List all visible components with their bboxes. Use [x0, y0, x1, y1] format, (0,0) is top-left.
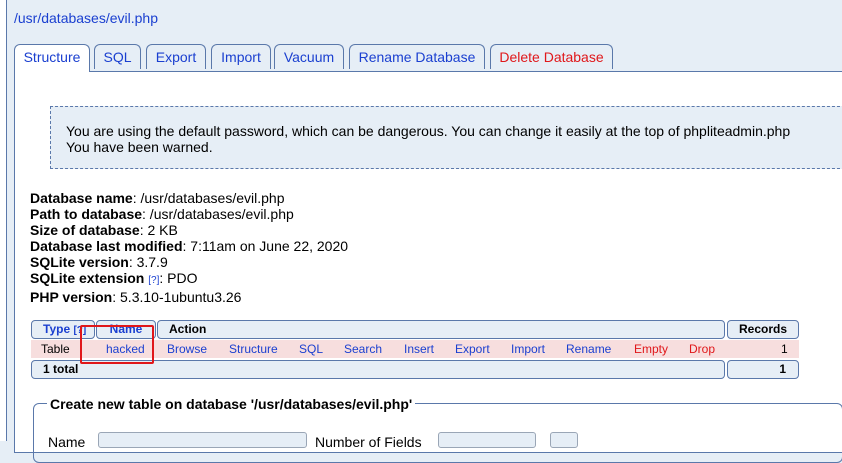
- default-password-warning: You are using the default password, whic…: [50, 106, 842, 169]
- action-drop[interactable]: Drop: [689, 342, 715, 356]
- tab-structure[interactable]: Structure: [14, 44, 90, 72]
- path-value: : /usr/databases/evil.php: [142, 206, 294, 222]
- path-label: Path to database: [30, 206, 143, 222]
- tab-import[interactable]: Import: [211, 44, 271, 69]
- size-label: Size of database: [30, 222, 140, 238]
- sqlite-extension-label: SQLite extension: [30, 270, 145, 286]
- action-import[interactable]: Import: [511, 342, 545, 356]
- database-info: Database name: /usr/databases/evil.php P…: [30, 190, 348, 305]
- header-action: Action: [157, 320, 725, 339]
- tab-delete-database[interactable]: Delete Database: [490, 44, 613, 69]
- row-type: Table: [41, 342, 70, 356]
- breadcrumb-database-path[interactable]: /usr/databases/evil.php: [14, 10, 158, 26]
- red-highlight-box: [80, 325, 154, 364]
- warning-line-1: You are using the default password, whic…: [66, 123, 791, 139]
- total-row-records: 1: [727, 360, 799, 379]
- header-records: Records: [727, 320, 799, 339]
- sqlite-version-value: : 3.7.9: [128, 254, 168, 270]
- php-version-label: PHP version: [30, 289, 113, 305]
- modified-label: Database last modified: [30, 238, 183, 254]
- action-rename[interactable]: Rename: [566, 342, 611, 356]
- sqlite-extension-value: : PDO: [159, 270, 198, 286]
- create-table-legend: Create new table on database '/usr/datab…: [47, 396, 416, 412]
- db-name-label: Database name: [30, 190, 133, 206]
- action-export[interactable]: Export: [455, 342, 490, 356]
- action-sql[interactable]: SQL: [299, 342, 323, 356]
- create-table-go-button[interactable]: [550, 432, 578, 448]
- create-table-fields-input[interactable]: [438, 432, 536, 448]
- size-value: : 2 KB: [139, 222, 178, 238]
- action-search[interactable]: Search: [344, 342, 382, 356]
- tab-export[interactable]: Export: [146, 44, 206, 69]
- row-records: 1: [781, 342, 788, 356]
- action-empty[interactable]: Empty: [634, 342, 668, 356]
- tab-rename-database[interactable]: Rename Database: [349, 44, 485, 69]
- tab-sql[interactable]: SQL: [94, 44, 141, 69]
- db-name-value: : /usr/databases/evil.php: [132, 190, 285, 206]
- action-insert[interactable]: Insert: [404, 342, 434, 356]
- sort-type-link[interactable]: Type: [43, 322, 70, 336]
- php-version-value: : 5.3.10-1ubuntu3.26: [112, 289, 242, 305]
- modified-value: : 7:11am on June 22, 2020: [182, 238, 349, 254]
- left-sidebar-edge: [0, 0, 7, 441]
- warning-line-2: You have been warned.: [66, 139, 213, 155]
- action-structure[interactable]: Structure: [229, 342, 278, 356]
- create-table-name-label: Name: [48, 434, 86, 450]
- sqlite-extension-help-link[interactable]: [?]: [148, 275, 159, 286]
- create-table-fields-label: Number of Fields: [315, 434, 422, 450]
- sqlite-version-label: SQLite version: [30, 254, 129, 270]
- action-browse[interactable]: Browse: [167, 342, 207, 356]
- tab-vacuum[interactable]: Vacuum: [274, 44, 344, 69]
- create-table-name-input[interactable]: [98, 432, 307, 448]
